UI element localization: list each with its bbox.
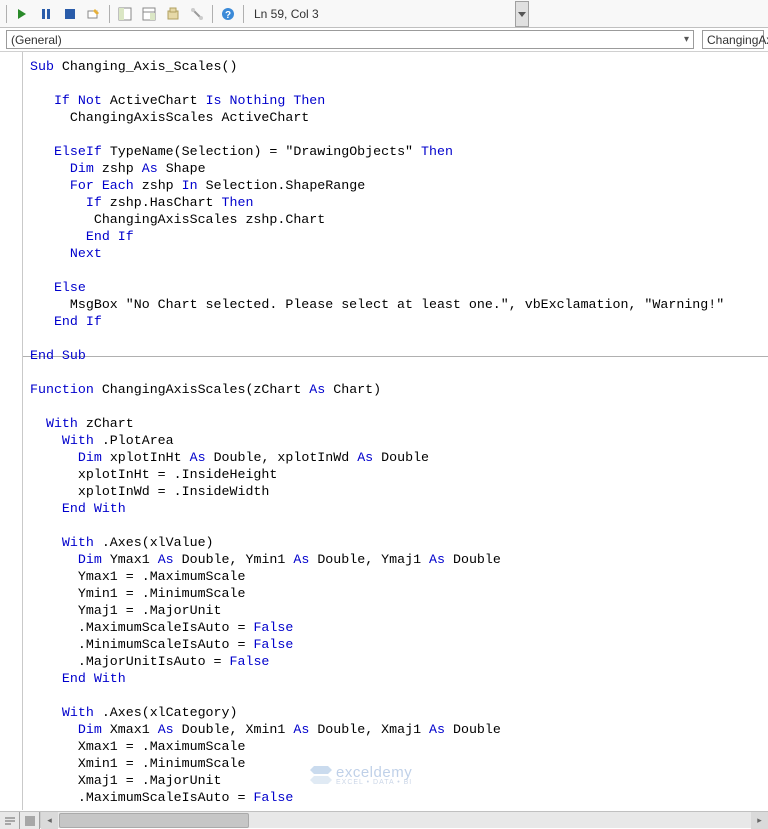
object-browser-icon[interactable] (162, 3, 184, 25)
scroll-thumb[interactable] (59, 813, 249, 828)
margin-indicator-bar (22, 52, 23, 810)
project-explorer-icon[interactable] (114, 3, 136, 25)
toolbar-separator (243, 5, 244, 23)
help-icon[interactable]: ? (217, 3, 239, 25)
scroll-left-button[interactable]: ◂ (41, 812, 58, 829)
properties-window-icon[interactable] (138, 3, 160, 25)
toolbar: ? Ln 59, Col 3 (0, 0, 768, 28)
procedure-dropdown-value: ChangingAx (707, 33, 768, 47)
code-editor[interactable]: Sub Changing_Axis_Scales() If Not Active… (0, 52, 768, 810)
chevron-down-icon: ▾ (684, 34, 689, 45)
cursor-position-status: Ln 59, Col 3 (254, 7, 319, 21)
pause-icon[interactable] (35, 3, 57, 25)
toolbar-separator (109, 5, 110, 23)
run-icon[interactable] (11, 3, 33, 25)
toolbar-overflow-button[interactable] (515, 1, 529, 27)
full-module-view-button[interactable] (20, 812, 40, 829)
procedure-view-button[interactable] (0, 812, 20, 829)
code-pane-header: (General) ▾ ChangingAx (0, 28, 768, 52)
bottom-bar: ◂ ▸ (0, 811, 768, 828)
object-dropdown-value: (General) (11, 33, 62, 47)
svg-text:?: ? (225, 10, 231, 21)
toolbar-separator (6, 5, 7, 23)
object-dropdown[interactable]: (General) ▾ (6, 30, 694, 49)
watermark: exceldemy EXCEL • DATA • BI (310, 764, 412, 786)
watermark-tagline: EXCEL • DATA • BI (336, 779, 412, 786)
procedure-dropdown[interactable]: ChangingAx (702, 30, 764, 49)
design-mode-icon[interactable] (83, 3, 105, 25)
code-content[interactable]: Sub Changing_Axis_Scales() If Not Active… (30, 58, 768, 810)
toolbox-icon[interactable] (186, 3, 208, 25)
toolbar-separator (212, 5, 213, 23)
stop-icon[interactable] (59, 3, 81, 25)
watermark-logo-icon (310, 766, 332, 784)
scroll-right-button[interactable]: ▸ (751, 812, 768, 829)
horizontal-scrollbar[interactable]: ◂ ▸ (40, 812, 768, 828)
